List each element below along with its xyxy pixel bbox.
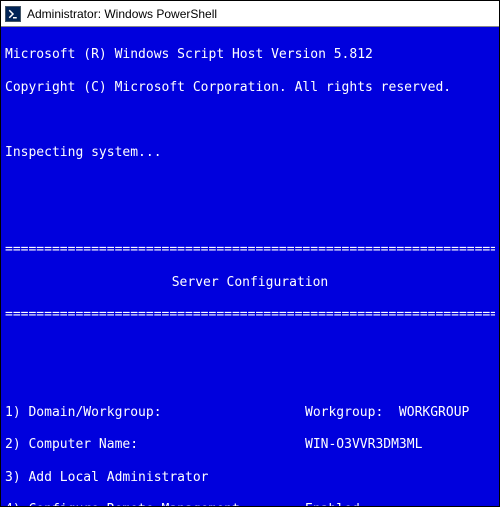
- blank-line: [5, 340, 495, 356]
- menu-item-3: 3) Add Local Administrator: [5, 470, 495, 486]
- menu-value: [305, 470, 495, 486]
- blank-line: [5, 112, 495, 128]
- menu-label: 3) Add Local Administrator: [5, 470, 305, 486]
- script-host-line: Microsoft (R) Windows Script Host Versio…: [5, 47, 495, 63]
- menu-label: 1) Domain/Workgroup:: [5, 405, 305, 421]
- blank-line: [5, 210, 495, 226]
- inspecting-line: Inspecting system...: [5, 145, 495, 161]
- menu-value: WIN-O3VVR3DM3ML: [305, 437, 495, 453]
- section-title: Server Configuration: [5, 275, 495, 291]
- menu-item-4: 4) Configure Remote ManagementEnabled: [5, 502, 495, 506]
- blank-line: [5, 177, 495, 193]
- blank-line: [5, 372, 495, 388]
- copyright-line: Copyright (C) Microsoft Corporation. All…: [5, 80, 495, 96]
- divider-top: ========================================…: [5, 242, 495, 258]
- menu-value: Enabled: [305, 502, 495, 506]
- window-title: Administrator: Windows PowerShell: [27, 7, 217, 21]
- menu-item-1: 1) Domain/Workgroup:Workgroup: WORKGROUP: [5, 405, 495, 421]
- window-titlebar[interactable]: Administrator: Windows PowerShell: [1, 1, 499, 27]
- divider-bottom: ========================================…: [5, 307, 495, 323]
- menu-item-2: 2) Computer Name:WIN-O3VVR3DM3ML: [5, 437, 495, 453]
- menu-value: Workgroup: WORKGROUP: [305, 405, 495, 421]
- menu-label: 2) Computer Name:: [5, 437, 305, 453]
- powershell-icon: [5, 6, 21, 22]
- menu-label: 4) Configure Remote Management: [5, 502, 305, 506]
- terminal-area[interactable]: Microsoft (R) Windows Script Host Versio…: [1, 27, 499, 506]
